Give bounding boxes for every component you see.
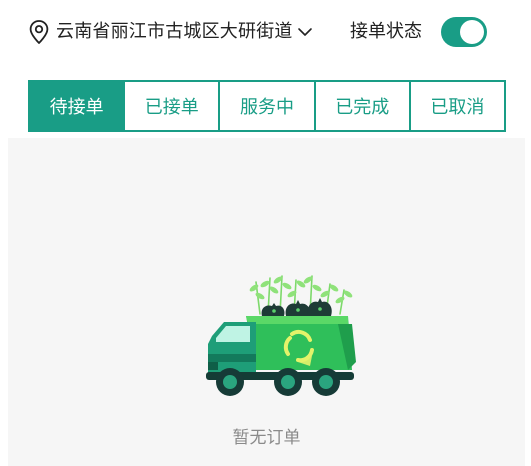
tab-completed[interactable]: 已完成 <box>313 80 411 132</box>
top-bar: 云南省丽江市古城区大研街道 接单状态 <box>0 0 531 66</box>
location-pin-icon <box>29 20 49 44</box>
location-text: 云南省丽江市古城区大研街道 <box>56 21 293 42</box>
empty-state-message: 暂无订单 <box>232 428 301 448</box>
order-tabs: 待接单 已接单 服务中 已完成 已取消 <box>28 80 507 132</box>
tab-cancelled[interactable]: 已取消 <box>408 80 507 132</box>
tab-accepted[interactable]: 已接单 <box>123 80 221 132</box>
location-selector[interactable]: 云南省丽江市古城区大研街道 <box>28 17 313 47</box>
order-status-label: 接单状态 <box>350 21 422 42</box>
order-status-label-wrap: 接单状态 <box>350 17 422 47</box>
tab-pending[interactable]: 待接单 <box>28 80 126 132</box>
order-status-toggle[interactable] <box>441 17 487 47</box>
garbage-truck-illustration <box>206 275 356 396</box>
toggle-knob <box>460 20 484 44</box>
order-list-area: 暂无订单 <box>8 138 525 466</box>
chevron-down-icon <box>297 28 312 36</box>
tab-in-service[interactable]: 服务中 <box>218 80 316 132</box>
